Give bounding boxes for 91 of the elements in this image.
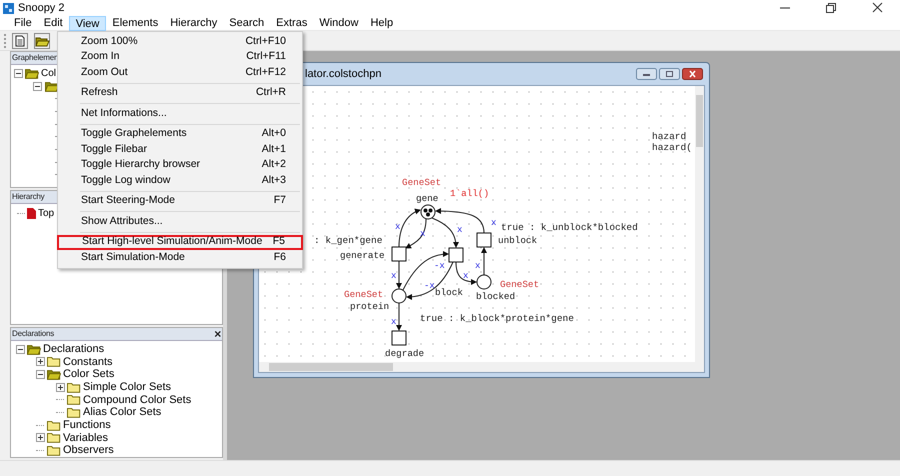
rate-label: true : k_unblock*blocked: [501, 222, 638, 233]
menu-item[interactable]: Extras: [270, 16, 314, 30]
arc-label: x: [391, 317, 396, 327]
app-logo-icon: [3, 2, 14, 14]
transition-name: generate: [340, 250, 385, 261]
close-button[interactable]: ×: [214, 328, 221, 340]
menu-item[interactable]: Help: [364, 16, 400, 30]
transition-name: block: [435, 287, 463, 298]
arc-arrow: [398, 208, 421, 248]
menu-item[interactable]: Elements: [106, 16, 164, 30]
menu-item[interactable]: Edit: [38, 16, 69, 30]
transition-square: [476, 232, 492, 248]
arc-label: x: [457, 225, 462, 235]
arc-label: -x: [424, 281, 435, 291]
menu-entry[interactable]: Refresh Ctrl+R: [58, 86, 302, 101]
place-name: gene: [416, 193, 438, 204]
folder-icon: [47, 445, 61, 456]
folder-icon: [47, 369, 61, 380]
transition-square: [448, 248, 464, 262]
window-title: Snoopy 2: [18, 0, 64, 16]
colorset-label: GeneSet: [500, 279, 540, 290]
collapse-icon[interactable]: [16, 344, 24, 354]
menu-entry[interactable]: Start Simulation-Mode F6: [58, 250, 302, 266]
transition-square: [392, 246, 406, 262]
panel-title: Graphelemen: [12, 52, 58, 64]
collapse-icon[interactable]: [36, 370, 44, 380]
open-folder-icon[interactable]: [34, 32, 50, 48]
rate-label: true : k_block*protein*gene: [420, 313, 574, 324]
place-name: blocked: [476, 291, 516, 302]
expand-icon[interactable]: [36, 357, 44, 366]
hazard-label: hazard(: [652, 142, 692, 153]
colorset-label: GeneSet: [344, 289, 384, 300]
folder-icon: [47, 432, 61, 444]
transition-name: unblock: [498, 235, 538, 246]
menu-entry[interactable]: Toggle Log window Alt+3: [58, 173, 302, 188]
arc-label: x: [395, 222, 400, 232]
tree-item[interactable]: Top: [38, 206, 54, 222]
arc-label: x: [475, 261, 480, 271]
menu-entry[interactable]: Show Attributes...: [58, 214, 302, 230]
folder-icon: [27, 344, 41, 355]
menu-entry[interactable]: Toggle Hierarchy browser Alt+2: [58, 158, 302, 173]
tree-item[interactable]: Col: [41, 66, 56, 81]
folder-icon: [67, 394, 81, 406]
arc-arrow: [481, 247, 487, 276]
transition-name: degrade: [385, 348, 424, 359]
transition-square: [392, 330, 406, 346]
arc-arrow: [396, 302, 402, 331]
minimize-icon[interactable]: [636, 68, 657, 80]
child-window-title: lator.colstochpn: [305, 66, 382, 82]
menu-entry[interactable]: Start Steering-Mode F7: [58, 194, 302, 209]
arc-arrow: [456, 262, 477, 285]
hazard-label: hazard: [652, 131, 686, 142]
arc-label: x: [391, 271, 396, 281]
menu-item[interactable]: File: [8, 16, 38, 30]
place-name: protein: [350, 301, 390, 312]
expand-icon[interactable]: [56, 382, 64, 392]
panel-title: Hierarchy: [12, 191, 44, 204]
folder-icon: [47, 356, 61, 368]
maximize-icon[interactable]: [659, 68, 680, 80]
menu-item[interactable]: View: [68, 16, 106, 30]
document-icon: [27, 208, 36, 220]
arc-label: x: [463, 271, 468, 281]
folder-icon: [67, 382, 81, 393]
menu-entry[interactable]: Zoom Out Ctrl+F12: [58, 65, 302, 80]
menu-entry[interactable]: Zoom In Ctrl+F11: [58, 50, 302, 65]
folder-icon: [67, 407, 81, 418]
expand-icon[interactable]: [36, 433, 44, 442]
menu-item[interactable]: Hierarchy: [164, 16, 224, 30]
menu-entry[interactable]: Toggle Graphelements Alt+0: [58, 126, 302, 142]
marking-label: 1`all(): [450, 188, 490, 199]
horizontal-scrollbar[interactable]: [259, 362, 704, 372]
folder-icon: [25, 68, 39, 79]
arc-label: x: [491, 218, 496, 228]
menu-entry[interactable]: Toggle Filebar Alt+1: [58, 142, 302, 158]
menu-entry[interactable]: Start High-level Simulation/Anim-Mode F5: [57, 234, 303, 250]
menu-item[interactable]: Window: [313, 16, 364, 30]
panel-title: Declarations: [12, 328, 54, 340]
collapse-icon[interactable]: [14, 68, 22, 78]
menu-entry[interactable]: Net Informations...: [58, 106, 302, 122]
arc-arrow: [405, 218, 426, 248]
rate-label: : k_gen*gene: [314, 235, 382, 246]
vertical-scrollbar[interactable]: [695, 86, 704, 362]
collapse-icon[interactable]: [33, 82, 42, 91]
menu-entry[interactable]: Zoom 100% Ctrl+F10: [58, 34, 302, 50]
close-icon[interactable]: [682, 68, 703, 80]
folder-icon: [47, 420, 61, 431]
colorset-label: GeneSet: [402, 177, 442, 188]
arc-label: -x: [434, 261, 445, 271]
folder-icon: [45, 80, 59, 92]
new-file-icon[interactable]: [12, 32, 28, 48]
menu-item[interactable]: Search: [223, 16, 270, 30]
